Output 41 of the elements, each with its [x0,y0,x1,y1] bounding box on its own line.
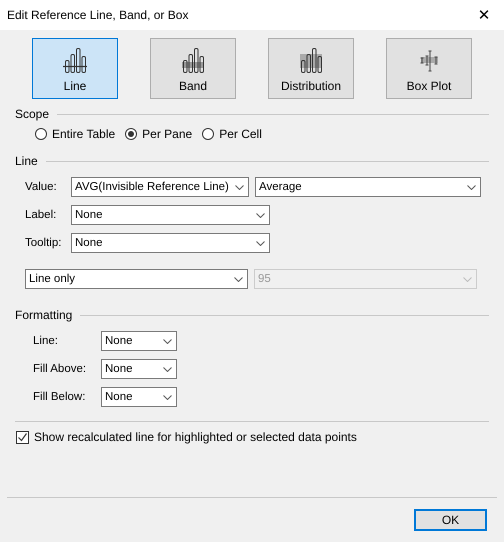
format-dropdown[interactable]: None [101,331,177,351]
ok-button[interactable]: OK [414,509,487,531]
chevron-down-icon [463,276,472,282]
type-button[interactable]: Distribution [268,38,354,99]
type-button[interactable]: Line [32,38,118,99]
section-title: Formatting [15,308,72,322]
section-title: Line [15,154,38,168]
chevron-down-icon [163,338,172,344]
display-dropdown[interactable]: Line only [25,269,248,289]
format-dropdown[interactable]: None [101,387,177,407]
chevron-down-icon [163,394,172,400]
chevron-down-icon [234,276,243,282]
window-title: Edit Reference Line, Band, or Box [7,8,188,22]
bar-chart-icon [298,48,324,74]
bar-chart-icon [180,48,206,74]
field-label: Value: [25,181,58,193]
scope-radio[interactable]: Entire Table [35,127,116,141]
label-dropdown[interactable]: None [71,205,270,225]
check-icon [17,432,28,442]
field-label: Line: [33,335,59,347]
section-title: Scope [15,107,50,121]
type-button[interactable]: Box Plot [386,38,472,99]
field-label: Fill Above: [33,363,88,375]
format-dropdown[interactable]: None [101,359,177,379]
chevron-down-icon [163,366,172,372]
aggregation-dropdown[interactable]: Average [255,177,481,197]
scope-radio[interactable]: Per Pane [125,127,192,141]
type-button[interactable]: Band [150,38,236,99]
chevron-down-icon [235,184,244,190]
chevron-down-icon [467,184,476,190]
bar-chart-icon [62,48,88,74]
field-label: Tooltip: [25,237,62,249]
chevron-down-icon [256,212,265,218]
close-button[interactable]: ✕ [464,0,504,30]
field-label: Label: [25,209,58,221]
field-label: Fill Below: [33,391,86,403]
scope-radio[interactable]: Per Cell [202,127,262,141]
tooltip-dropdown[interactable]: None [71,233,270,253]
chevron-down-icon [256,240,265,246]
value-dropdown[interactable]: AVG(Invisible Reference Line) [71,177,249,197]
recalculate-checkbox[interactable]: Show recalculated line for highlighted or selected data points [15,430,489,444]
